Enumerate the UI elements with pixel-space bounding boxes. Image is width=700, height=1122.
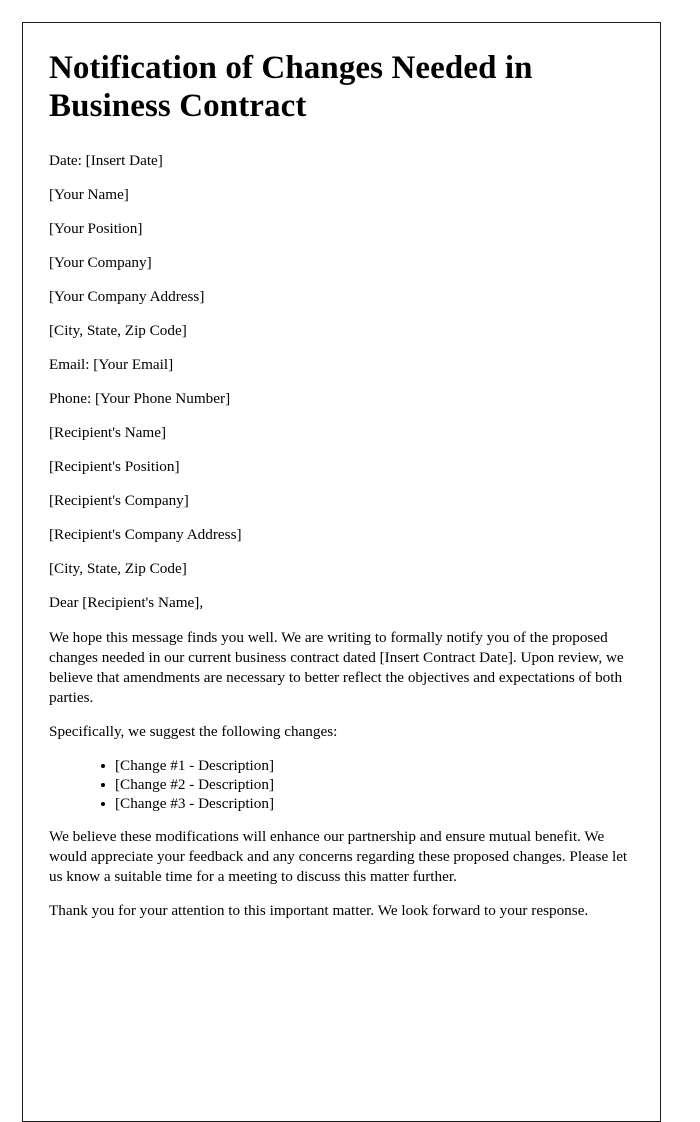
recipient-company-address: [Recipient's Company Address]	[49, 525, 242, 543]
recipient-position: [Recipient's Position]	[49, 457, 180, 475]
paragraph-closing: Thank you for your attention to this imp…	[49, 901, 589, 919]
sender-city-state-zip: [City, State, Zip Code]	[49, 321, 187, 339]
page-title: Notification of Changes Needed in Busine…	[49, 50, 533, 125]
sender-position: [Your Position]	[49, 219, 143, 237]
salutation: Dear [Recipient's Name],	[49, 593, 204, 611]
sender-company: [Your Company]	[49, 253, 152, 271]
paragraph-lead-in: Specifically, we suggest the following c…	[49, 722, 338, 740]
sender-email: Email: [Your Email]	[49, 355, 174, 373]
sender-phone: Phone: [Your Phone Number]	[49, 389, 231, 407]
document-body: Notification of Changes Needed in Busine…	[23, 23, 660, 921]
list-item: [Change #3 - Description]	[101, 794, 634, 813]
document-page: Notification of Changes Needed in Busine…	[22, 22, 661, 1122]
date-line: Date: [Insert Date]	[49, 151, 163, 169]
list-item: [Change #2 - Description]	[101, 775, 634, 794]
recipient-city-state-zip: [City, State, Zip Code]	[49, 559, 187, 577]
changes-list: [Change #1 - Description] [Change #2 - D…	[49, 756, 634, 813]
recipient-company: [Recipient's Company]	[49, 491, 189, 509]
paragraph-benefit: We believe these modifications will enha…	[49, 827, 628, 885]
list-item: [Change #1 - Description]	[101, 756, 634, 775]
sender-company-address: [Your Company Address]	[49, 287, 205, 305]
paragraph-intro: We hope this message finds you well. We …	[49, 628, 624, 706]
sender-name: [Your Name]	[49, 185, 129, 203]
recipient-name: [Recipient's Name]	[49, 423, 167, 441]
